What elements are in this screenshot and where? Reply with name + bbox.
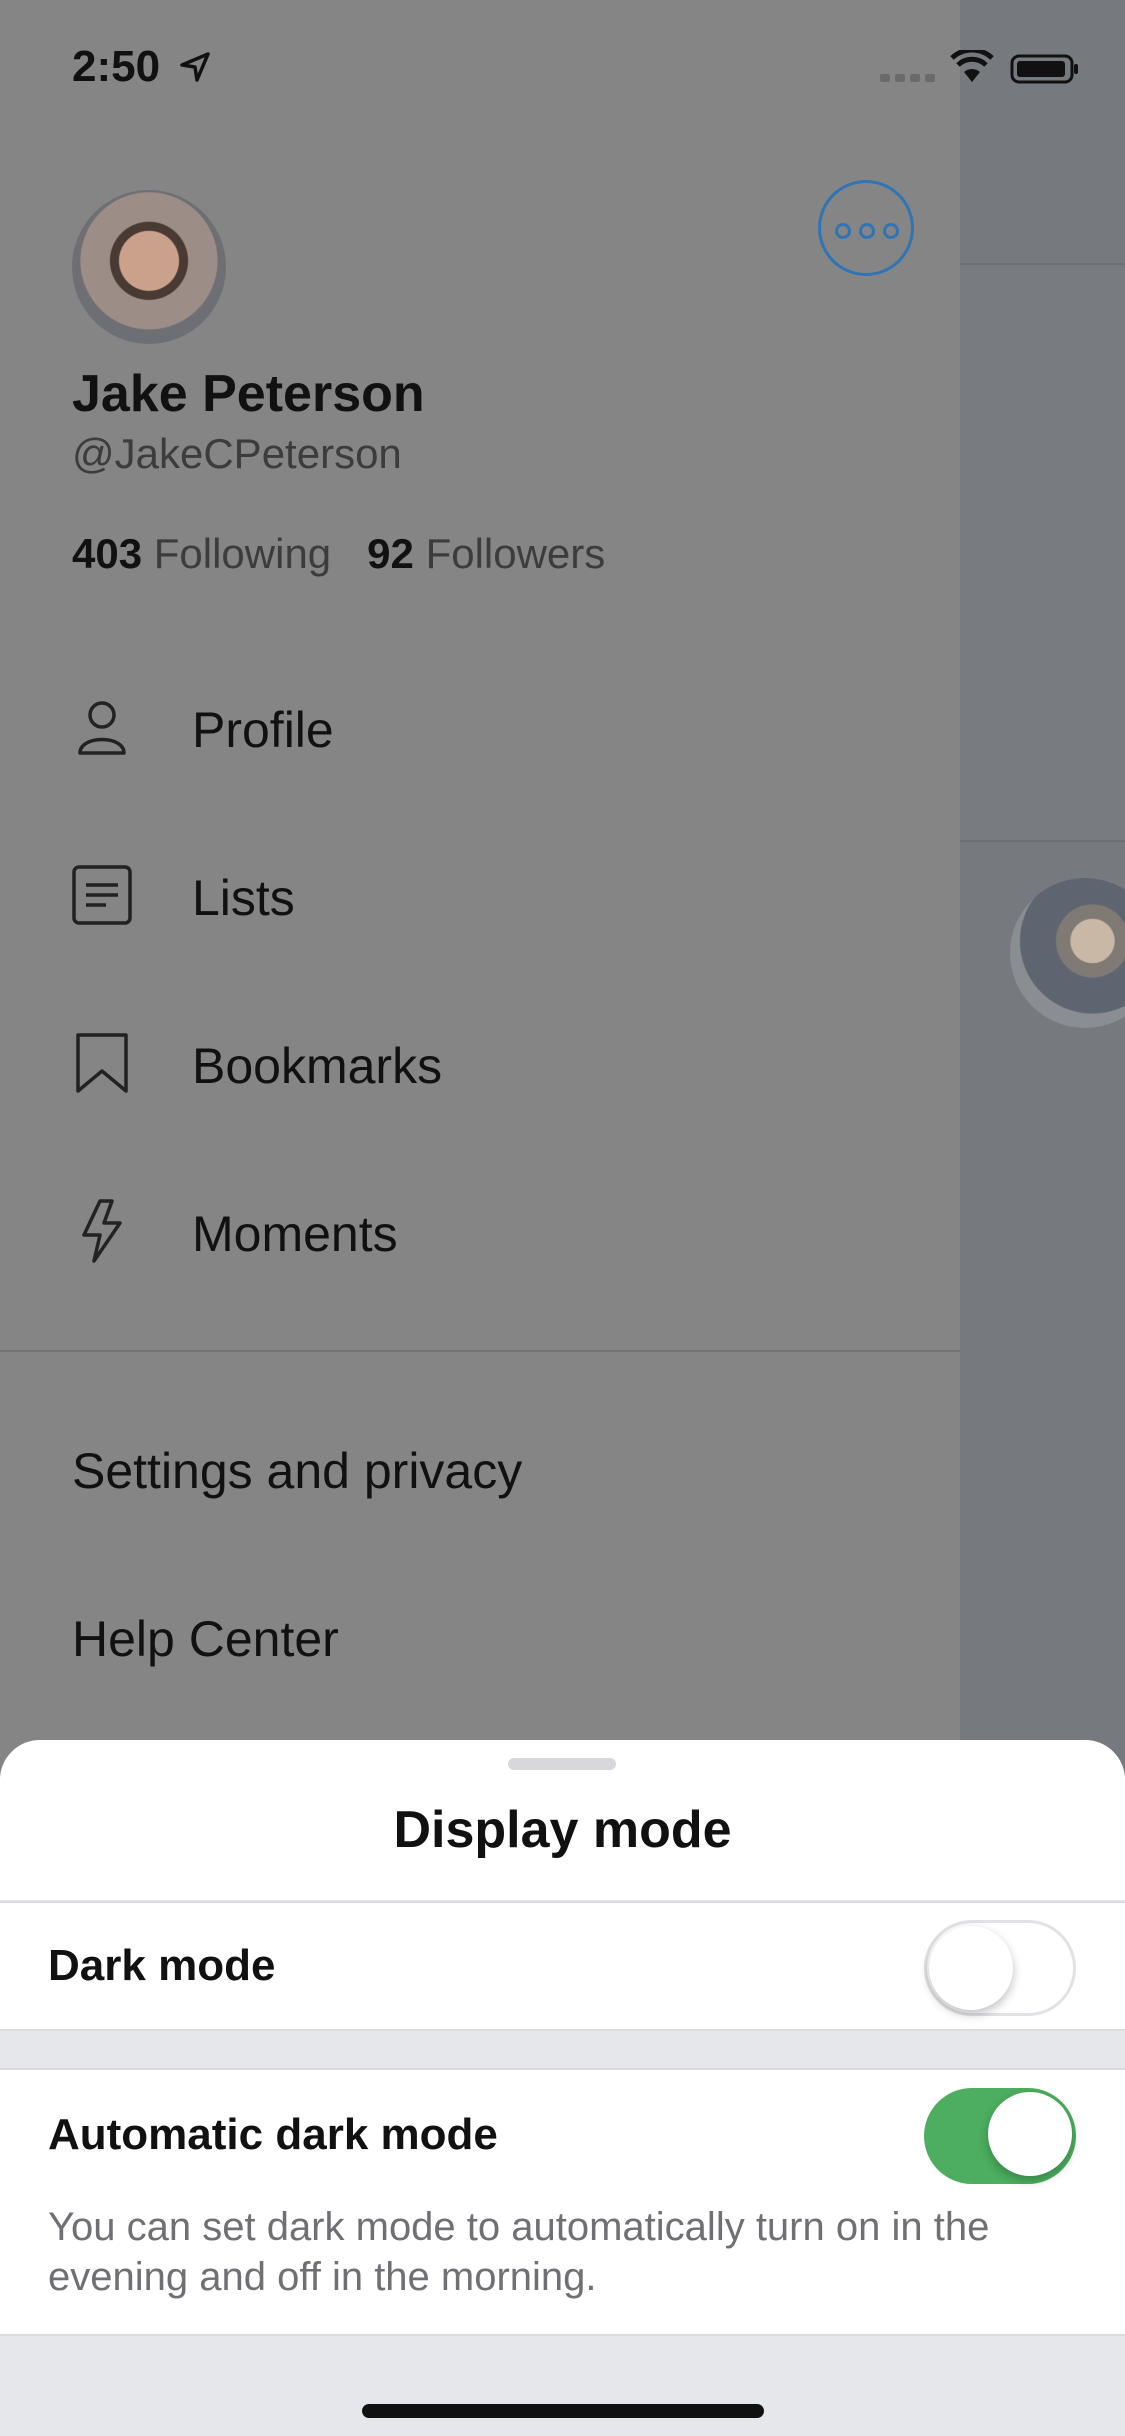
divider bbox=[960, 840, 1125, 842]
timeline-panel bbox=[960, 265, 1125, 840]
status-time: 2:50 bbox=[72, 42, 161, 91]
dark-mode-row: Dark mode bbox=[0, 1901, 1125, 2031]
menu-label: Lists bbox=[192, 870, 295, 926]
help-center-link[interactable]: Help Center bbox=[72, 1610, 339, 1668]
follow-stats: 403 Following 92 Followers bbox=[72, 530, 605, 578]
list-icon bbox=[72, 865, 132, 925]
signal-icon bbox=[880, 74, 935, 82]
menu-item-lists[interactable]: Lists bbox=[0, 835, 960, 955]
menu-item-moments[interactable]: Moments bbox=[0, 1171, 960, 1291]
display-mode-sheet: Display mode Dark mode Automatic dark mo… bbox=[0, 1740, 1125, 2436]
following-count: 403 bbox=[72, 530, 143, 577]
following-link[interactable]: 403 Following bbox=[72, 530, 331, 577]
sheet-grabber[interactable] bbox=[508, 1758, 616, 1770]
bookmark-icon bbox=[76, 1033, 128, 1093]
following-label: Following bbox=[153, 530, 332, 577]
automatic-dark-mode-toggle[interactable] bbox=[924, 2088, 1076, 2184]
followers-count: 92 bbox=[367, 530, 414, 577]
menu-label: Moments bbox=[192, 1206, 398, 1262]
status-bar: 2:50 bbox=[0, 0, 1125, 140]
dark-mode-label: Dark mode bbox=[48, 1941, 276, 1990]
automatic-dark-mode-label: Automatic dark mode bbox=[48, 2110, 498, 2159]
menu-divider bbox=[0, 1350, 960, 1352]
battery-icon bbox=[1010, 54, 1078, 84]
followers-label: Followers bbox=[425, 530, 606, 577]
menu-label: Profile bbox=[192, 702, 334, 758]
tweet-author-avatar[interactable] bbox=[1010, 878, 1125, 1028]
sheet-title: Display mode bbox=[393, 1801, 732, 1859]
toggle-knob bbox=[929, 1926, 1013, 2010]
more-options-button[interactable] bbox=[818, 180, 914, 276]
profile-avatar[interactable] bbox=[72, 190, 226, 344]
settings-and-privacy-link[interactable]: Settings and privacy bbox=[72, 1442, 522, 1500]
dot-icon bbox=[835, 223, 851, 239]
profile-name: Jake Peterson bbox=[72, 365, 425, 423]
dark-mode-toggle[interactable] bbox=[924, 1920, 1076, 2016]
sheet-header: Display mode bbox=[0, 1740, 1125, 1900]
home-indicator[interactable] bbox=[362, 2404, 764, 2418]
menu-label: Bookmarks bbox=[192, 1038, 443, 1094]
location-arrow-icon bbox=[180, 52, 210, 82]
dot-icon bbox=[883, 223, 899, 239]
lightning-icon bbox=[82, 1199, 122, 1263]
automatic-dark-mode-description: You can set dark mode to automatically t… bbox=[48, 2205, 990, 2299]
person-icon bbox=[78, 701, 126, 755]
menu-item-bookmarks[interactable]: Bookmarks bbox=[0, 1003, 960, 1123]
toggle-knob bbox=[988, 2092, 1072, 2176]
automatic-dark-mode-row: Automatic dark mode You can set dark mod… bbox=[0, 2068, 1125, 2336]
profile-handle: @JakeCPeterson bbox=[72, 430, 402, 477]
wifi-icon bbox=[950, 50, 994, 82]
dot-icon bbox=[859, 223, 875, 239]
followers-link[interactable]: 92 Followers bbox=[367, 530, 605, 577]
menu-item-profile[interactable]: Profile bbox=[0, 667, 960, 787]
